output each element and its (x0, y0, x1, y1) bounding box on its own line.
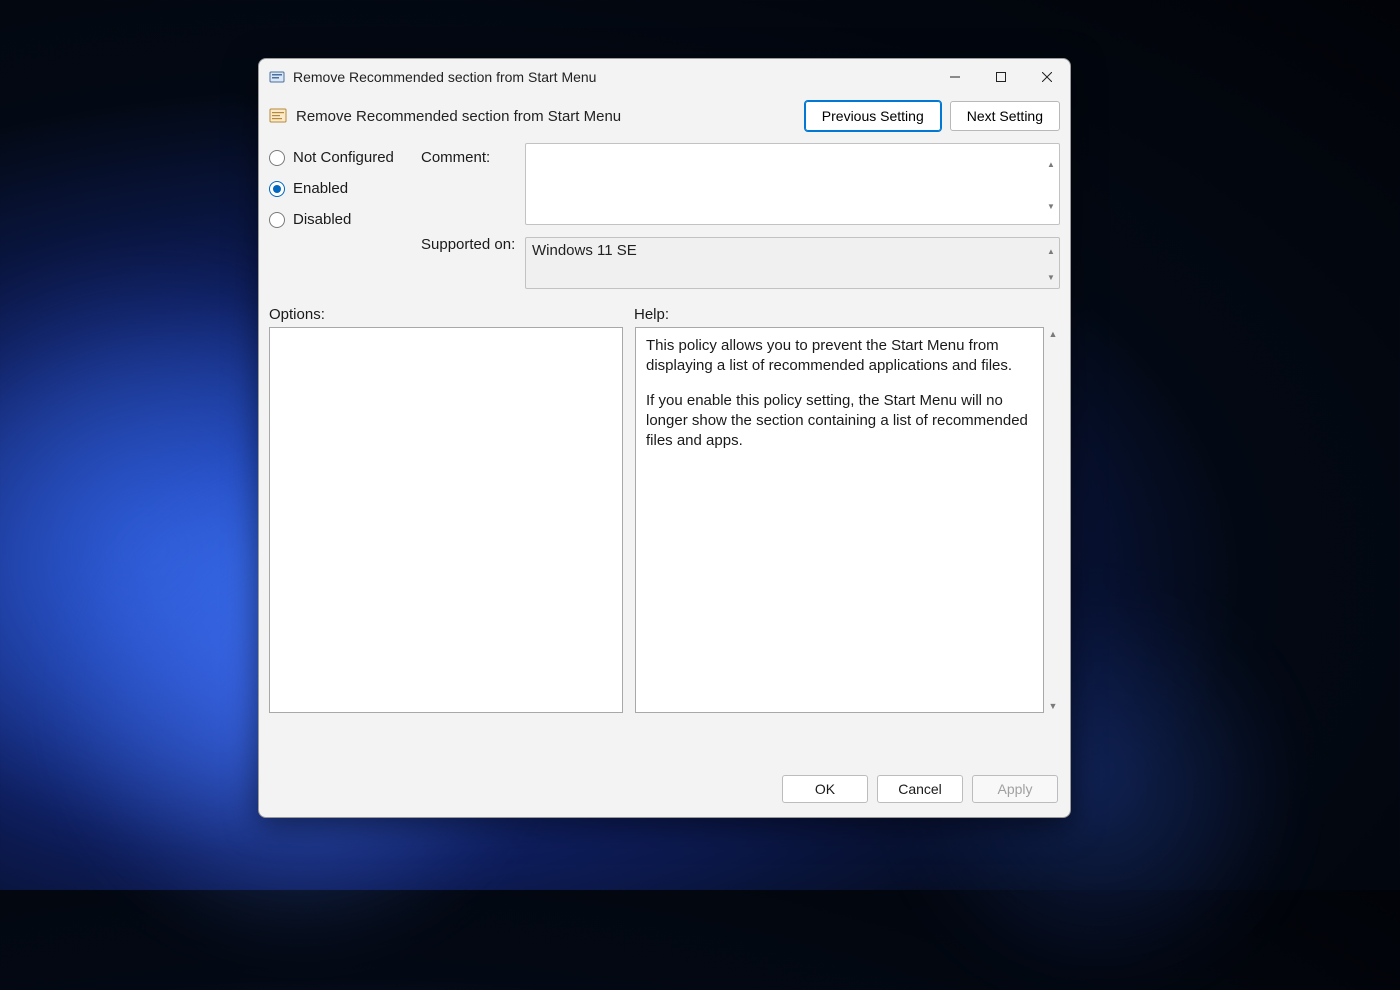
help-panel: This policy allows you to prevent the St… (635, 327, 1044, 713)
radio-enabled[interactable]: Enabled (269, 180, 421, 197)
policy-name: Remove Recommended section from Start Me… (296, 108, 621, 125)
radio-label: Disabled (293, 211, 351, 228)
window-title: Remove Recommended section from Start Me… (293, 69, 596, 85)
radio-icon (269, 181, 285, 197)
help-label: Help: (634, 306, 1060, 323)
policy-window-icon (269, 69, 285, 85)
close-button[interactable] (1024, 59, 1070, 95)
state-radio-group: Not Configured Enabled Disabled (269, 143, 421, 292)
scroll-up-icon[interactable]: ▲ (1043, 144, 1059, 186)
settings-upper-grid: Not Configured Enabled Disabled Comment:… (259, 139, 1070, 292)
cancel-button[interactable]: Cancel (877, 775, 963, 803)
options-label: Options: (269, 306, 634, 323)
previous-setting-button[interactable]: Previous Setting (805, 101, 941, 131)
radio-icon (269, 212, 285, 228)
supported-on-field (525, 237, 1060, 289)
options-panel (269, 327, 623, 713)
scroll-down-icon[interactable]: ▼ (1049, 701, 1058, 711)
help-text-paragraph: This policy allows you to prevent the St… (646, 336, 1033, 377)
help-scrollbar[interactable]: ▲ ▼ (1046, 327, 1060, 713)
scroll-down-icon[interactable]: ▼ (1043, 265, 1059, 292)
titlebar: Remove Recommended section from Start Me… (259, 59, 1070, 95)
minimize-button[interactable] (932, 59, 978, 95)
scroll-up-icon[interactable]: ▲ (1043, 238, 1059, 265)
scroll-up-icon[interactable]: ▲ (1049, 329, 1058, 339)
supported-on-label: Supported on: (421, 236, 525, 253)
panels-row: This policy allows you to prevent the St… (259, 327, 1070, 761)
dialog-footer: OK Cancel Apply (259, 761, 1070, 817)
scroll-down-icon[interactable]: ▼ (1043, 186, 1059, 228)
window-controls (932, 59, 1070, 95)
radio-label: Not Configured (293, 149, 394, 166)
supported-scrollbar[interactable]: ▲ ▼ (1043, 238, 1059, 291)
maximize-button[interactable] (978, 59, 1024, 95)
field-labels-column: Comment: Supported on: (421, 143, 525, 292)
policy-header-row: Remove Recommended section from Start Me… (259, 95, 1070, 139)
radio-not-configured[interactable]: Not Configured (269, 149, 421, 166)
comment-scrollbar[interactable]: ▲ ▼ (1043, 144, 1059, 227)
radio-icon (269, 150, 285, 166)
apply-button[interactable]: Apply (972, 775, 1058, 803)
comment-label: Comment: (421, 149, 490, 166)
ok-button[interactable]: OK (782, 775, 868, 803)
radio-label: Enabled (293, 180, 348, 197)
radio-disabled[interactable]: Disabled (269, 211, 421, 228)
field-inputs-column: ▲ ▼ ▲ ▼ (525, 143, 1060, 292)
next-setting-button[interactable]: Next Setting (950, 101, 1060, 131)
comment-input[interactable] (525, 143, 1060, 225)
policy-dialog-window: Remove Recommended section from Start Me… (258, 58, 1071, 818)
policy-icon (269, 107, 287, 125)
panel-headers-row: Options: Help: (259, 292, 1070, 327)
help-text-paragraph: If you enable this policy setting, the S… (646, 391, 1033, 452)
